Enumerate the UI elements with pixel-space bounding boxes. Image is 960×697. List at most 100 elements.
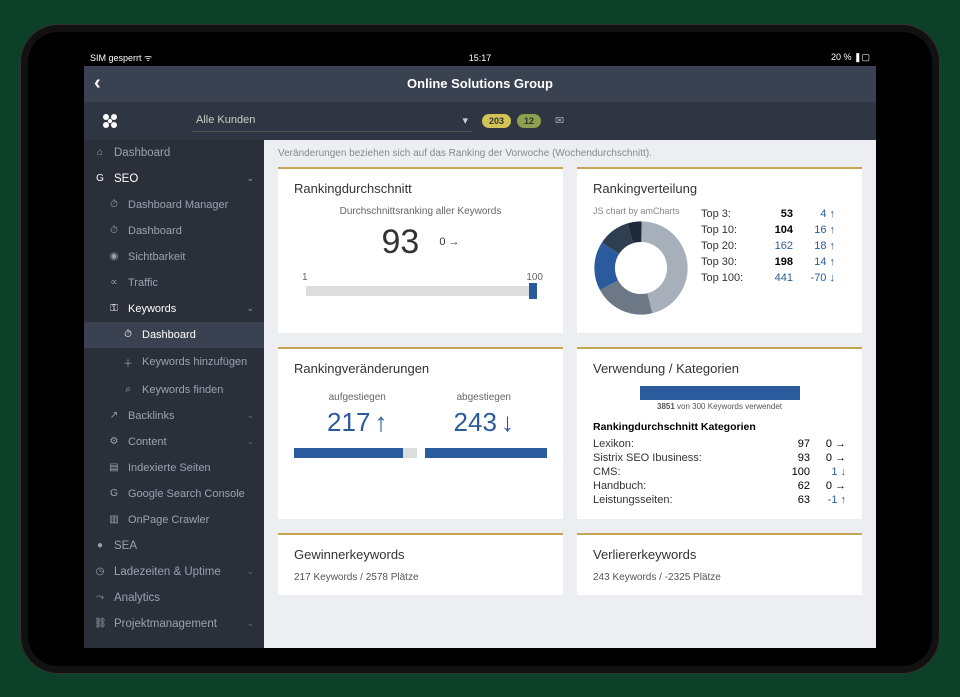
winners-sub: 217 Keywords / 2578 Plätze — [294, 572, 547, 583]
card-ranking-avg: Rankingdurchschnitt Durchschnittsranking… — [278, 167, 563, 333]
avg-value: 93 — [381, 223, 419, 262]
sidebar-item-dashboard[interactable]: ⌂Dashboard — [84, 140, 264, 166]
sidebar: ⌂Dashboard GSEO⌄ ⏱Dashboard Manager ⏱Das… — [84, 140, 264, 648]
sidebar-item-kw-add[interactable]: ＋Keywords hinzufügen — [84, 348, 264, 377]
status-left: SIM gesperrt ᯤ — [90, 51, 152, 64]
google-icon: G — [108, 488, 120, 499]
table-row: Leistungsseiten:63-1 ↑ — [593, 493, 846, 507]
customer-selector[interactable]: Alle Kunden ▾ — [192, 110, 472, 132]
slider-max: 100 — [526, 272, 543, 283]
app-title: Online Solutions Group — [407, 76, 553, 91]
mail-icon[interactable]: ✉ — [555, 114, 564, 127]
plus-icon: ＋ — [122, 355, 134, 370]
home-icon: ⌂ — [94, 147, 106, 158]
card-title: Rankingdurchschnitt — [294, 181, 547, 196]
chevron-down-icon: ⌄ — [246, 303, 254, 314]
sidebar-item-visibility[interactable]: ◉Sichtbarkeit — [84, 244, 264, 270]
down-label: abgestiegen — [454, 392, 514, 403]
chevron-down-icon: ⌄ — [246, 566, 254, 577]
card-title: Verwendung / Kategorien — [593, 361, 846, 376]
line-chart-icon: ⤳ — [94, 592, 106, 603]
tablet-frame: SIM gesperrt ᯤ 15:17 20 % ❚▢ ‹ Online So… — [20, 24, 940, 674]
sidebar-item-seo-dashboard[interactable]: ⏱Dashboard — [84, 218, 264, 244]
sidebar-item-uptime[interactable]: ◷Ladezeiten & Uptime⌄ — [84, 559, 264, 585]
chevron-down-icon: ⌄ — [246, 410, 254, 421]
chart-credit: JS chart by amCharts — [593, 206, 689, 216]
sidebar-item-dashboard-manager[interactable]: ⏱Dashboard Manager — [84, 192, 264, 218]
binoculars-icon: ⛓ — [94, 618, 106, 629]
bar-up — [294, 448, 417, 458]
key-icon: ⚿ — [108, 303, 120, 314]
card-title: Gewinnerkeywords — [294, 547, 547, 562]
table-row: Top 20:16218 ↑ — [701, 238, 846, 254]
chart-icon: ▥ — [108, 514, 120, 525]
bar-down — [425, 448, 548, 458]
card-title: Verliererkeywords — [593, 547, 846, 562]
slider-min: 1 — [302, 272, 308, 283]
avg-subtitle: Durchschnittsranking aller Keywords — [294, 206, 547, 217]
table-row: Top 30:19814 ↑ — [701, 254, 846, 270]
search-icon: ⌕ — [122, 384, 134, 395]
card-usage: Verwendung / Kategorien 3851 von 300 Key… — [577, 347, 862, 519]
chevron-down-icon: ⌄ — [246, 618, 254, 629]
category-table: Lexikon:970 → Sistrix SEO Ibusiness:930 … — [593, 437, 846, 507]
table-row: Sistrix SEO Ibusiness:930 → — [593, 451, 846, 465]
eye-icon: ◉ — [108, 251, 120, 262]
arrow-up-icon: ↑ — [374, 407, 387, 438]
usage-text: 3851 von 300 Keywords verwendet — [593, 402, 846, 411]
logo-icon — [98, 109, 122, 133]
card-title: Rankingverteilung — [593, 181, 846, 196]
avg-delta: 0 → — [439, 236, 459, 248]
gauge-icon: ⏱ — [108, 199, 120, 210]
sidebar-item-indexed[interactable]: ▤Indexierte Seiten — [84, 455, 264, 481]
chevron-down-icon: ⌄ — [246, 436, 254, 447]
losers-sub: 243 Keywords / -2325 Plätze — [593, 572, 846, 583]
up-value: 217 — [327, 407, 370, 438]
sidebar-item-traffic[interactable]: ∝Traffic — [84, 270, 264, 296]
google-icon: G — [94, 173, 106, 184]
down-value: 243 — [454, 407, 497, 438]
nav-bar: ‹ Online Solutions Group — [84, 66, 876, 102]
avg-slider: 1 100 — [294, 272, 547, 302]
card-ranking-changes: Rankingveränderungen aufgestiegen 217↑ a… — [278, 347, 563, 519]
notification-badge-2[interactable]: 12 — [517, 114, 541, 128]
top-bar: Alle Kunden ▾ 203 12 ✉ — [84, 102, 876, 140]
sidebar-item-projectmgmt[interactable]: ⛓Projektmanagement⌄ — [84, 611, 264, 637]
gauge-icon: ⏱ — [122, 329, 134, 340]
slider-handle[interactable] — [529, 283, 537, 299]
sidebar-item-analytics[interactable]: ⤳Analytics — [84, 585, 264, 611]
content-area: Veränderungen beziehen sich auf das Rank… — [264, 140, 876, 648]
table-row: Lexikon:970 → — [593, 437, 846, 451]
sidebar-item-seo[interactable]: GSEO⌄ — [84, 166, 264, 192]
customer-label: Alle Kunden — [196, 114, 255, 126]
sidebar-item-gsc[interactable]: GGoogle Search Console — [84, 481, 264, 507]
sidebar-item-onpage[interactable]: ▥OnPage Crawler — [84, 507, 264, 533]
category-title: Rankingdurchschnitt Kategorien — [593, 421, 846, 433]
usage-bar — [640, 386, 800, 400]
sidebar-item-keywords[interactable]: ⚿Keywords⌄ — [84, 296, 264, 322]
sidebar-item-backlinks[interactable]: ↗Backlinks⌄ — [84, 403, 264, 429]
gauge-icon: ⏱ — [108, 225, 120, 236]
card-title: Rankingveränderungen — [294, 361, 547, 376]
status-right: 20 % ❚▢ — [831, 52, 870, 63]
info-note: Veränderungen beziehen sich auf das Rank… — [264, 140, 876, 167]
sidebar-item-kw-dashboard[interactable]: ⏱Dashboard — [84, 322, 264, 348]
up-label: aufgestiegen — [327, 392, 387, 403]
notification-badge-1[interactable]: 203 — [482, 114, 511, 128]
share-icon: ∝ — [108, 277, 120, 288]
table-row: Top 10:10416 ↑ — [701, 222, 846, 238]
status-time: 15:17 — [469, 53, 492, 63]
sidebar-item-content[interactable]: ⚙Content⌄ — [84, 429, 264, 455]
chevron-down-icon: ▾ — [462, 114, 468, 127]
card-winners: Gewinnerkeywords 217 Keywords / 2578 Plä… — [278, 533, 563, 595]
globe-icon: ● — [94, 540, 106, 551]
back-button[interactable]: ‹ — [94, 72, 101, 95]
table-row: CMS:1001 ↓ — [593, 465, 846, 479]
gear-icon: ⚙ — [108, 436, 120, 447]
sidebar-item-sea[interactable]: ●SEA — [84, 533, 264, 559]
card-ranking-dist: Rankingverteilung JS chart by amCharts — [577, 167, 862, 333]
table-row: Top 100:441-70 ↓ — [701, 270, 846, 286]
arrow-down-icon: ↓ — [501, 407, 514, 438]
donut-chart — [593, 220, 689, 316]
sidebar-item-kw-find[interactable]: ⌕Keywords finden — [84, 377, 264, 403]
